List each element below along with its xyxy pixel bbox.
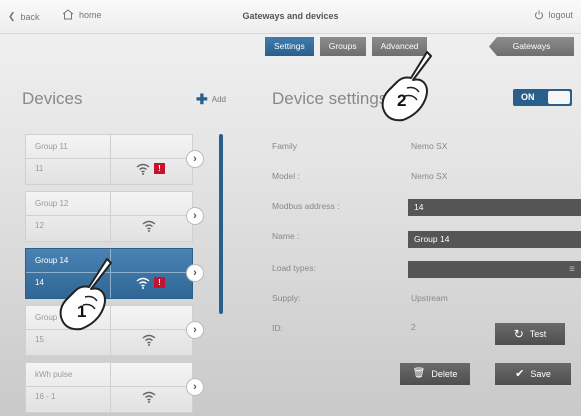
callout-number-2: 2 — [397, 91, 406, 110]
toggle-knob — [548, 91, 570, 104]
id-value: 2 — [411, 322, 416, 332]
tab-groups[interactable]: Groups — [319, 37, 366, 56]
pointing-hand-1-icon: 1 — [59, 258, 112, 331]
back-button[interactable]: ❮ back — [8, 11, 40, 22]
wifi-icon — [142, 220, 156, 232]
name-label: Name : — [272, 231, 300, 241]
chevron-left-icon: ❮ — [8, 11, 16, 21]
home-button[interactable]: home — [62, 9, 102, 20]
home-icon — [62, 9, 74, 20]
family-value: Nemo SX — [411, 141, 448, 151]
callout-number-1: 1 — [77, 302, 86, 321]
wifi-icon — [142, 391, 156, 403]
divider — [110, 192, 111, 241]
chevron-right-icon[interactable]: › — [186, 264, 204, 282]
save-button[interactable]: ✔ Save — [495, 363, 571, 385]
modbus-address-label: Modbus address : — [272, 201, 340, 211]
gateways-button[interactable]: Gateways — [489, 37, 574, 56]
back-label: back — [20, 11, 40, 22]
menu-icon: ≡ — [569, 264, 575, 275]
supply-label: Supply: — [272, 293, 301, 303]
device-address: 15 — [35, 335, 44, 344]
list-item[interactable]: Group 11 11 ! › — [25, 134, 204, 185]
wifi-icon — [136, 163, 150, 175]
add-label: Add — [211, 94, 226, 104]
pointing-hand-2-icon: 2 — [381, 51, 432, 122]
refresh-icon: ↻ — [513, 327, 524, 341]
divider — [110, 135, 111, 184]
settings-heading: Device settings — [272, 89, 388, 108]
device-address: 14 — [35, 278, 44, 287]
home-label: home — [79, 9, 102, 20]
save-label: Save — [530, 369, 551, 379]
test-button[interactable]: ↻ Test — [495, 323, 565, 345]
device-address: 12 — [35, 221, 44, 230]
test-label: Test — [529, 329, 547, 339]
top-bar: ❮ back home Gateways and devices logout — [0, 0, 581, 34]
delete-button[interactable]: 🗑 Delete — [400, 363, 470, 385]
name-field[interactable]: Group 14 — [408, 231, 581, 248]
device-name: Group 12 — [35, 199, 69, 208]
devices-heading: Devices — [22, 89, 83, 108]
add-device-button[interactable]: ✚ Add — [196, 91, 226, 107]
power-icon — [535, 10, 544, 20]
list-item[interactable]: kWh pulse 16 - 1 › — [25, 362, 204, 413]
device-address: 16 - 1 — [35, 392, 56, 401]
logout-label: logout — [548, 10, 573, 20]
chevron-right-icon[interactable]: › — [186, 150, 204, 168]
device-name: Group 11 — [35, 142, 68, 151]
alert-badge-icon: ! — [154, 163, 165, 174]
load-types-select[interactable]: ≡ — [408, 261, 581, 278]
list-item[interactable]: Group 12 12 › — [25, 191, 204, 242]
plus-icon: ✚ — [196, 91, 208, 107]
supply-value: Upstream — [411, 293, 448, 303]
chevron-right-icon[interactable]: › — [186, 378, 204, 396]
divider — [26, 215, 192, 216]
logout-button[interactable]: logout — [534, 10, 573, 20]
alert-badge-icon: ! — [154, 277, 165, 288]
family-label: Family — [272, 141, 298, 151]
list-scrollbar[interactable] — [219, 134, 223, 314]
divider — [110, 363, 111, 412]
id-label: ID: — [272, 323, 283, 333]
trash-icon: 🗑 — [412, 368, 426, 379]
wifi-icon — [136, 277, 150, 289]
device-name: kWh pulse — [35, 370, 73, 379]
check-icon: ✔ — [515, 368, 525, 380]
delete-label: Delete — [431, 369, 458, 379]
load-types-label: Load types: — [272, 263, 316, 273]
chevron-right-icon[interactable]: › — [186, 321, 204, 339]
divider — [26, 386, 192, 387]
device-address: 11 — [35, 164, 44, 173]
model-value: Nemo SX — [411, 171, 448, 181]
device-on-toggle[interactable]: ON — [513, 89, 572, 106]
device-name: Group — [35, 313, 58, 322]
model-label: Model : — [272, 171, 300, 181]
modbus-address-field[interactable]: 14 — [408, 199, 581, 216]
chevron-right-icon[interactable]: › — [186, 207, 204, 225]
toggle-label: ON — [521, 92, 535, 102]
divider — [26, 158, 192, 159]
wifi-icon — [142, 334, 156, 346]
tab-settings[interactable]: Settings — [265, 37, 314, 56]
